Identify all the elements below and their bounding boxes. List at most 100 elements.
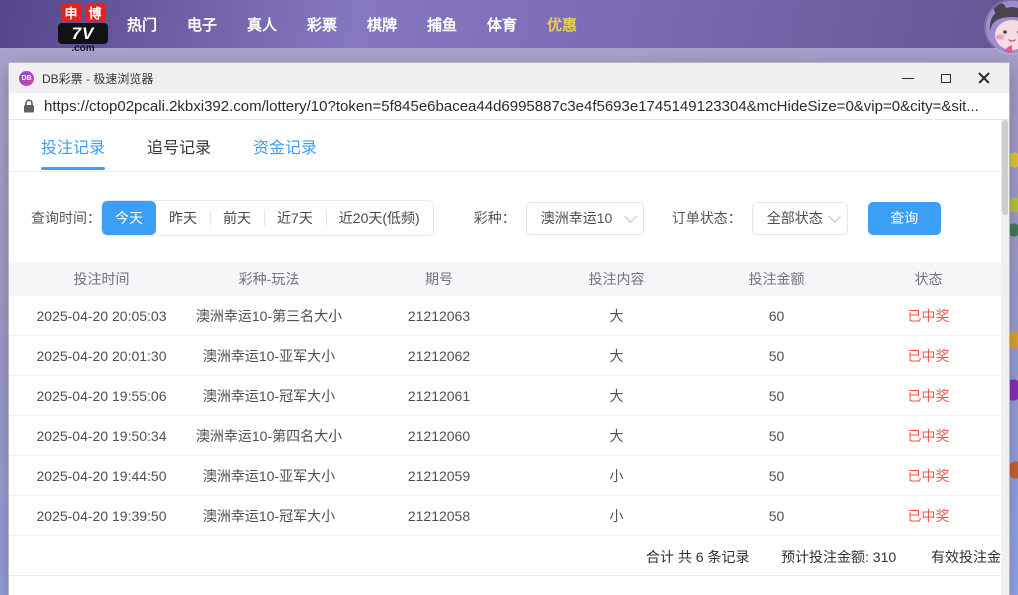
header-status: 状态 — [914, 271, 943, 287]
issue-number-cell: 21212063 — [407, 307, 471, 324]
url-text: https://ctop02pcali.2kbxi392.com/lottery… — [44, 97, 979, 115]
status-cell: 已中奖 — [907, 427, 950, 444]
summary-valid-amount: 有效投注金额 — [931, 549, 1003, 565]
table-header-row: 投注时间 彩种-玩法 期号 投注内容 投注金额 状态 — [9, 262, 1003, 296]
time-option[interactable]: 今天 — [102, 201, 156, 235]
lottery-select[interactable]: 澳洲幸运10 — [525, 201, 644, 235]
time-option[interactable]: 前天 — [210, 201, 264, 235]
bet-content-cell: 大 — [609, 347, 624, 364]
game-play-cell: 澳洲幸运10-冠军大小 — [202, 507, 336, 524]
issue-number-cell: 21212060 — [407, 427, 471, 444]
nav-item[interactable]: 体育 — [472, 14, 532, 35]
maximize-button[interactable] — [927, 63, 965, 93]
scrollbar-thumb[interactable] — [1002, 120, 1008, 215]
site-header: 申 博 7V .com 热门 电子 真人 彩票 棋牌 捕鱼 体育 优惠 — [0, 0, 1018, 54]
time-option[interactable]: 昨天 — [156, 201, 210, 235]
desktop: { "colors": { "accent": "#3d9ef5", "dang… — [0, 0, 1018, 595]
bet-content-cell: 大 — [609, 307, 624, 324]
bet-amount-cell: 50 — [768, 387, 785, 404]
url-bar[interactable]: https://ctop02pcali.2kbxi392.com/lottery… — [9, 93, 1009, 120]
bet-content-cell: 小 — [609, 507, 624, 524]
tab-bet-records[interactable]: 投注记录 — [41, 120, 106, 172]
logo-badge-1: 申 — [60, 3, 82, 22]
header-bet-amount: 投注金额 — [748, 271, 805, 287]
tab-bar: 投注记录 追号记录 资金记录 — [9, 120, 1009, 172]
table-row: 2025-04-20 20:01:30 澳洲幸运10-亚军大小 21212062 大 5… — [9, 336, 1003, 376]
close-button[interactable] — [965, 63, 1003, 93]
bet-amount-cell: 50 — [768, 507, 785, 524]
bet-amount-cell: 50 — [768, 427, 785, 444]
nav-item[interactable]: 真人 — [232, 14, 292, 35]
header-bet-content: 投注内容 — [588, 271, 645, 287]
window-title-bar[interactable]: DB DB彩票 - 极速浏览器 — [9, 63, 1009, 93]
tab-chase-records[interactable]: 追号记录 — [147, 120, 211, 172]
game-play-cell: 澳洲幸运10-第四名大小 — [195, 427, 343, 444]
table-row: 2025-04-20 19:50:34 澳洲幸运10-第四名大小 21212060 大… — [9, 416, 1003, 456]
game-play-cell: 澳洲幸运10-第三名大小 — [195, 307, 343, 324]
game-play-cell: 澳洲幸运10-亚军大小 — [202, 467, 336, 484]
lottery-select-value: 澳洲幸运10 — [540, 210, 613, 226]
bet-time-cell: 2025-04-20 19:55:06 — [36, 387, 167, 404]
summary-expected-amount: 预计投注金额: 310 — [781, 549, 897, 565]
lock-icon — [23, 99, 35, 113]
bet-amount-cell: 50 — [768, 467, 785, 484]
time-option[interactable]: 近7天 — [264, 201, 326, 235]
status-cell: 已中奖 — [907, 467, 950, 484]
issue-number-cell: 21212058 — [407, 507, 471, 524]
nav-item[interactable]: 彩票 — [292, 14, 352, 35]
maximize-icon — [941, 73, 951, 83]
bet-records-table: 投注时间 彩种-玩法 期号 投注内容 投注金额 状态 2025-04-20 20… — [9, 262, 1003, 576]
status-select-value: 全部状态 — [766, 210, 823, 226]
header-game-play: 彩种-玩法 — [238, 271, 300, 287]
window-title: DB彩票 - 极速浏览器 — [42, 71, 154, 86]
bet-content-cell: 大 — [609, 427, 624, 444]
nav-item[interactable]: 棋牌 — [352, 14, 412, 35]
issue-number-cell: 21212059 — [407, 467, 471, 484]
bet-amount-cell: 50 — [768, 347, 785, 364]
site-logo[interactable]: 申 博 7V .com — [55, 3, 111, 54]
bet-content-cell: 大 — [609, 387, 624, 404]
bet-time-cell: 2025-04-20 20:01:30 — [36, 347, 167, 364]
time-filter-label: 查询时间： — [31, 210, 101, 226]
bet-content-cell: 小 — [609, 467, 624, 484]
logo-brand: 7V — [58, 23, 108, 44]
main-nav: 热门 电子 真人 彩票 棋牌 捕鱼 体育 优惠 — [112, 0, 592, 48]
avatar-illustration — [986, 1, 1018, 53]
time-option[interactable]: 近20天(低频) — [325, 201, 433, 235]
query-button[interactable]: 查询 — [867, 201, 941, 235]
chevron-down-icon — [827, 209, 841, 223]
page-content: 投注记录 追号记录 资金记录 查询时间： 今天 昨天 前天 近7天 近20天(低频) 彩… — [9, 120, 1009, 595]
order-status-select[interactable]: 全部状态 — [751, 201, 848, 235]
minimize-icon — [902, 77, 914, 79]
header-issue-number: 期号 — [425, 271, 453, 287]
minimize-button[interactable] — [889, 63, 927, 93]
status-cell: 已中奖 — [907, 507, 950, 524]
issue-number-cell: 21212062 — [407, 347, 471, 364]
table-row: 2025-04-20 19:39:50 澳洲幸运10-冠军大小 21212058 小 5… — [9, 496, 1003, 536]
summary-record-count: 合计 共 6 条记录 — [646, 549, 750, 565]
summary-row: 合计 共 6 条记录 预计投注金额: 310 有效投注金额 — [9, 536, 1003, 576]
nav-item[interactable]: 热门 — [112, 14, 172, 35]
nav-item[interactable]: 捕鱼 — [412, 14, 472, 35]
chevron-down-icon — [623, 209, 637, 223]
scrollbar[interactable] — [1001, 120, 1009, 595]
window-controls — [889, 63, 1003, 93]
table-row: 2025-04-20 19:44:50 澳洲幸运10-亚军大小 21212059 小 5… — [9, 456, 1003, 496]
header-bet-time: 投注时间 — [73, 271, 130, 287]
tab-fund-records[interactable]: 资金记录 — [253, 120, 317, 172]
browser-favicon: DB — [19, 70, 34, 86]
logo-badge-2: 博 — [84, 3, 106, 22]
bet-time-cell: 2025-04-20 19:44:50 — [36, 467, 167, 484]
filter-row: 查询时间： 今天 昨天 前天 近7天 近20天(低频) 彩种： 澳洲幸运10 订单状态：… — [9, 200, 1009, 236]
bet-time-cell: 2025-04-20 19:39:50 — [36, 507, 167, 524]
bet-time-cell: 2025-04-20 20:05:03 — [36, 307, 167, 324]
game-play-cell: 澳洲幸运10-冠军大小 — [202, 387, 336, 404]
issue-number-cell: 21212061 — [407, 387, 471, 404]
table-row: 2025-04-20 20:05:03 澳洲幸运10-第三名大小 21212063 大… — [9, 296, 1003, 336]
bet-time-cell: 2025-04-20 19:50:34 — [36, 427, 167, 444]
close-icon — [978, 72, 990, 84]
user-avatar[interactable] — [986, 1, 1018, 53]
status-filter-label: 订单状态： — [671, 210, 742, 226]
nav-item[interactable]: 优惠 — [532, 14, 592, 35]
nav-item[interactable]: 电子 — [172, 14, 232, 35]
